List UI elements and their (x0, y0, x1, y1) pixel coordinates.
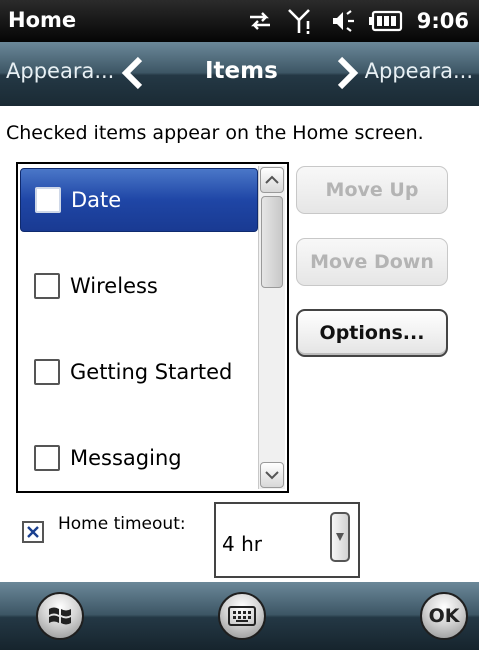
list-item[interactable]: Getting Started (20, 340, 258, 404)
item-checkbox[interactable] (35, 187, 61, 213)
item-checkbox[interactable] (34, 445, 60, 471)
scroll-up-button[interactable] (260, 167, 284, 193)
chevron-left-icon[interactable] (120, 56, 146, 94)
windows-logo-icon (49, 607, 71, 625)
keyboard-button[interactable] (218, 592, 266, 640)
softkey-bar: OK (0, 582, 479, 650)
timeout-label: Home timeout: (58, 514, 186, 534)
list-scrollbar[interactable] (258, 166, 285, 489)
item-checkbox[interactable] (34, 273, 60, 299)
app-title: Home (8, 8, 77, 32)
clock[interactable]: 9:06 (417, 9, 469, 33)
battery-icon[interactable] (368, 10, 403, 32)
item-label: Wireless (70, 274, 158, 298)
move-up-button[interactable]: Move Up (296, 166, 448, 214)
status-bar: Home 9:06 (0, 0, 479, 42)
start-button[interactable] (36, 592, 84, 640)
check-x-icon (27, 526, 39, 538)
chevron-right-icon[interactable] (334, 56, 360, 94)
move-down-button[interactable]: Move Down (296, 238, 448, 286)
item-label: Getting Started (70, 360, 233, 384)
signal-icon[interactable] (287, 7, 313, 35)
scroll-thumb[interactable] (261, 196, 283, 288)
tab-current: Items (205, 58, 278, 84)
timeout-checkbox[interactable] (22, 521, 44, 543)
tab-previous[interactable]: Appeara... (6, 59, 114, 83)
ok-label: OK (428, 605, 460, 627)
instruction-text: Checked items appear on the Home screen. (6, 122, 424, 144)
chevron-down-icon (265, 471, 279, 480)
item-label: Messaging (70, 446, 182, 470)
item-checkbox[interactable] (34, 359, 60, 385)
list-item[interactable]: Date (20, 168, 258, 232)
scroll-track-marker (261, 296, 283, 304)
scroll-down-button[interactable] (260, 462, 284, 488)
ok-button[interactable]: OK (420, 592, 468, 640)
chevron-up-icon (265, 175, 279, 184)
timeout-value: 4 hr (222, 532, 262, 556)
timeout-select[interactable]: 4 hr (214, 502, 360, 578)
dropdown-button[interactable] (330, 512, 350, 562)
items-list[interactable]: Date Wireless Getting Started Messaging (16, 162, 289, 493)
tab-next[interactable]: Appeara... (365, 59, 473, 83)
speaker-icon[interactable] (327, 8, 355, 34)
chevron-down-icon (336, 533, 344, 541)
keyboard-icon (228, 606, 256, 626)
item-label: Date (71, 188, 122, 212)
list-item[interactable]: Messaging (20, 426, 258, 490)
data-sync-icon[interactable] (247, 8, 273, 34)
tab-bar: Appeara... Items Appeara... (0, 42, 479, 106)
status-icons: 9:06 (247, 7, 469, 35)
options-button[interactable]: Options... (296, 309, 448, 357)
list-item[interactable]: Wireless (20, 254, 258, 318)
